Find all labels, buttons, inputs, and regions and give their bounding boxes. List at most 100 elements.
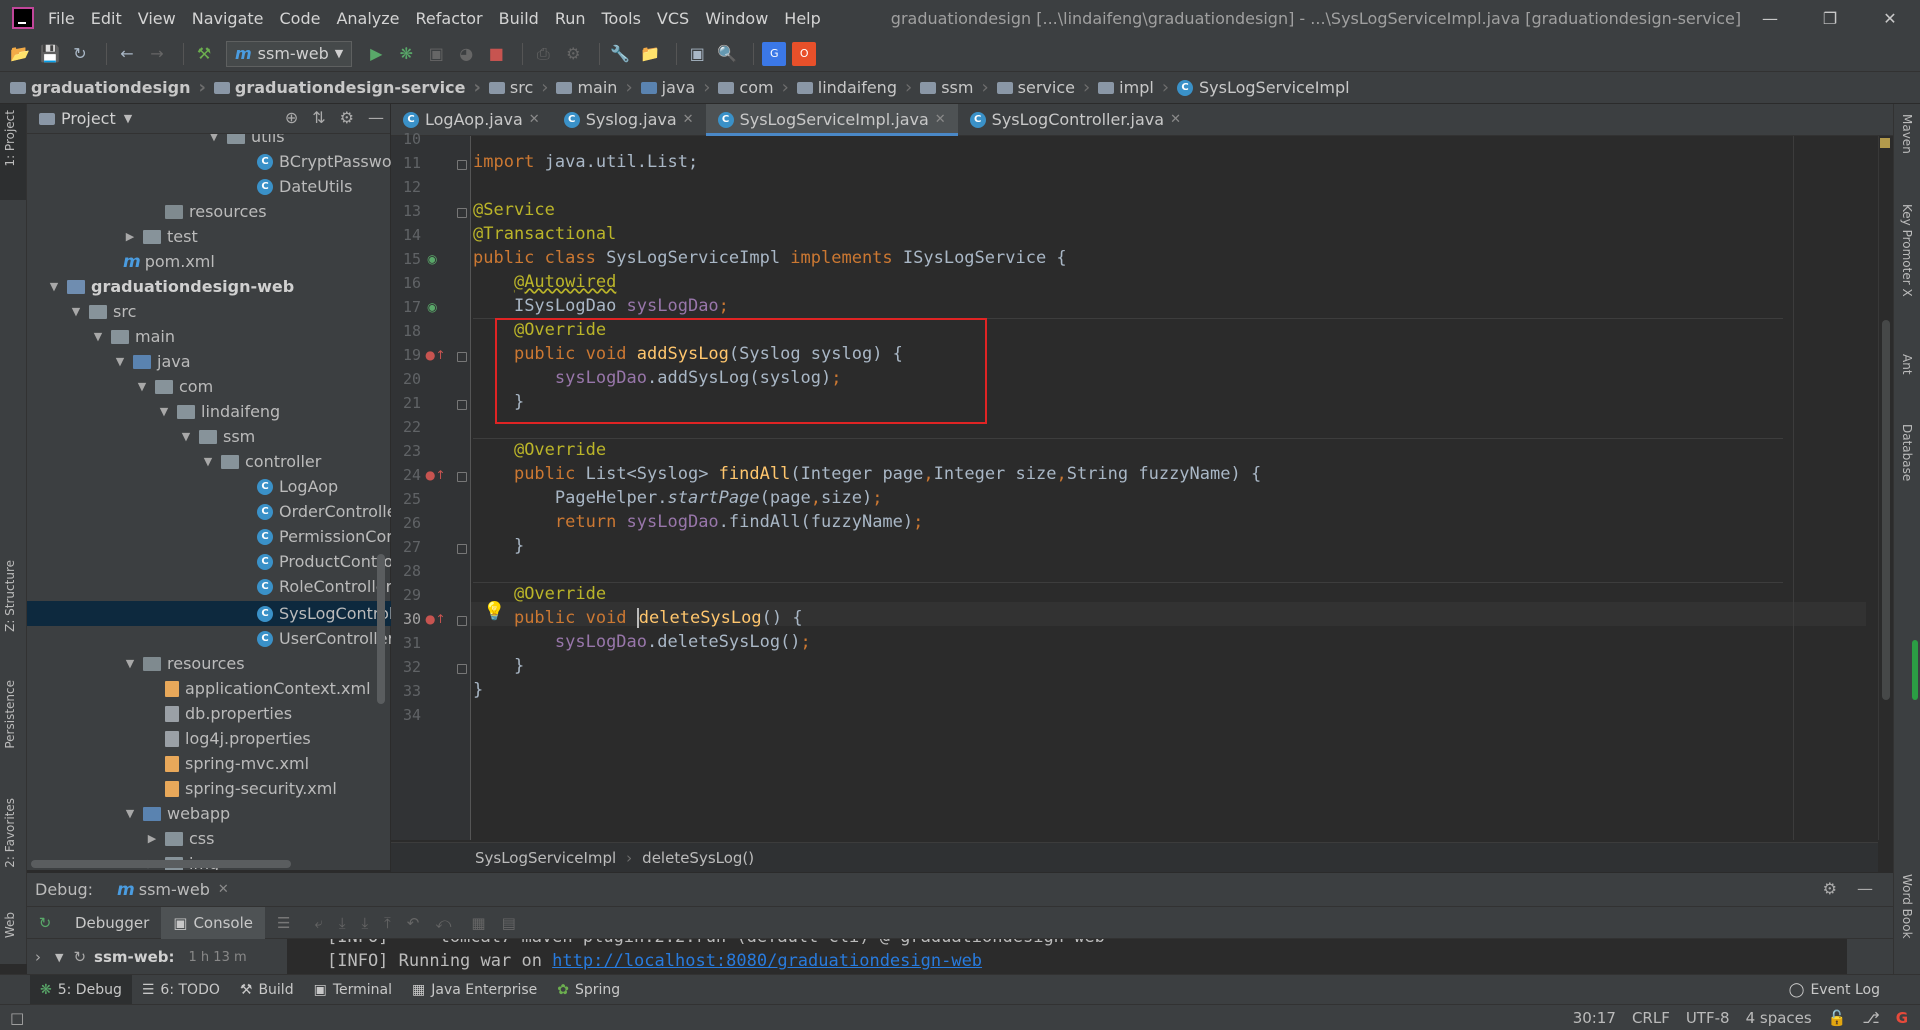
- trace-icon[interactable]: ▤: [502, 914, 516, 932]
- tree-node[interactable]: CBCryptPassword: [257, 149, 391, 174]
- tab-terminal[interactable]: ▣ Terminal: [304, 975, 402, 1005]
- tool-window-structure[interactable]: Z: Structure: [3, 560, 17, 632]
- chevron-down-icon[interactable]: ▼: [124, 112, 132, 125]
- build-hammer-icon[interactable]: ⚒: [192, 42, 216, 66]
- translate-office-icon[interactable]: O: [792, 41, 817, 66]
- menu-tools[interactable]: Tools: [602, 9, 641, 28]
- menu-vcs[interactable]: VCS: [657, 9, 689, 28]
- breadcrumb-item[interactable]: C SysLogServiceImpl: [1177, 78, 1350, 97]
- close-tab-icon[interactable]: ✕: [683, 112, 694, 127]
- bean-icon[interactable]: ◉: [427, 300, 437, 314]
- hide-panel-icon[interactable]: —: [1857, 879, 1873, 898]
- tab-syslog[interactable]: C Syslog.java ✕: [552, 104, 706, 136]
- tree-node[interactable]: ▼ main: [91, 324, 175, 349]
- project-panel-title[interactable]: Project: [61, 109, 116, 128]
- tree-node[interactable]: ▼ src: [69, 299, 137, 324]
- tree-node[interactable]: ▼ webapp: [123, 801, 230, 826]
- tab-todo[interactable]: ☰ 6: TODO: [132, 975, 230, 1005]
- project-structure-icon[interactable]: 📁: [638, 42, 662, 66]
- tab-debugger[interactable]: Debugger: [63, 907, 161, 939]
- override-icon[interactable]: ●↑: [425, 468, 446, 482]
- restore-icon[interactable]: ❐: [1800, 0, 1860, 36]
- breadcrumb-method[interactable]: deleteSysLog(): [642, 849, 754, 867]
- fold-marker-icon[interactable]: [457, 400, 467, 410]
- back-icon[interactable]: ←: [115, 42, 139, 66]
- tree-node[interactable]: m pom.xml: [123, 249, 215, 274]
- caret-position[interactable]: 30:17: [1573, 1009, 1616, 1027]
- minimize-icon[interactable]: —: [1740, 0, 1800, 36]
- profile-icon[interactable]: ◕: [454, 42, 478, 66]
- tab-syslogserviceimpl[interactable]: C SysLogServiceImpl.java ✕: [705, 103, 958, 136]
- tree-node[interactable]: ▼ utils: [207, 134, 285, 149]
- git-icon[interactable]: ⎇: [1862, 1009, 1879, 1027]
- open-folder-icon[interactable]: 📂: [8, 42, 32, 66]
- tree-node[interactable]: ▼ java: [113, 349, 191, 374]
- chevron-down-icon[interactable]: ▼: [55, 951, 63, 964]
- tree-node[interactable]: log4j.properties: [165, 726, 311, 751]
- lock-icon[interactable]: 🔓: [1828, 1009, 1847, 1027]
- search-icon[interactable]: 🔍: [715, 42, 739, 66]
- sync-icon[interactable]: ↻: [68, 42, 92, 66]
- debug-icon[interactable]: ❋: [394, 42, 418, 66]
- tree-node[interactable]: ▶ test: [123, 224, 198, 249]
- save-icon[interactable]: 💾: [38, 42, 62, 66]
- close-tab-icon[interactable]: ✕: [218, 882, 229, 897]
- tree-node[interactable]: C OrderController: [257, 499, 391, 524]
- google-icon[interactable]: G: [1896, 1009, 1908, 1027]
- tree-node[interactable]: ▼ ssm: [179, 424, 256, 449]
- close-tab-icon[interactable]: ✕: [935, 112, 946, 127]
- close-icon[interactable]: ✕: [1860, 0, 1920, 36]
- hide-panel-icon[interactable]: —: [368, 108, 384, 127]
- coverage-icon[interactable]: ▣: [424, 42, 448, 66]
- tree-node[interactable]: ▼ lindaifeng: [157, 399, 280, 424]
- tool-window-ant[interactable]: Ant: [1900, 354, 1914, 375]
- step-over-icon[interactable]: ⤶: [314, 914, 322, 932]
- tree-node[interactable]: C UserController: [257, 626, 391, 651]
- step-into-icon[interactable]: ⤓: [339, 914, 346, 932]
- menu-window[interactable]: Window: [705, 9, 768, 28]
- gear-icon[interactable]: ⚙: [1823, 879, 1837, 898]
- editor-scroll-thumb[interactable]: [1882, 320, 1890, 700]
- menu-refactor[interactable]: Refactor: [416, 9, 483, 28]
- evaluate-icon[interactable]: ▦: [471, 914, 485, 932]
- debug-session[interactable]: › ▼ ↻ ssm-web: 1 h 13 m: [27, 939, 287, 975]
- chevron-right-icon[interactable]: ›: [35, 948, 41, 966]
- breadcrumb-item[interactable]: main ›: [556, 77, 640, 98]
- breadcrumb-item[interactable]: graduationdesign-service ›: [213, 77, 489, 98]
- tree-node[interactable]: resources: [145, 199, 267, 224]
- debug-config-tab[interactable]: ssm-web: [139, 880, 210, 899]
- breadcrumb-item[interactable]: ssm ›: [920, 77, 996, 98]
- indent-setting[interactable]: 4 spaces: [1746, 1009, 1812, 1027]
- line-separator[interactable]: CRLF: [1632, 1009, 1670, 1027]
- menu-edit[interactable]: Edit: [91, 9, 122, 28]
- tree-node[interactable]: C ProductControl: [257, 549, 391, 574]
- tool-window-project[interactable]: 1: Project: [3, 110, 17, 167]
- tree-node[interactable]: ▼ graduationdesign-web: [47, 274, 294, 299]
- translate-google-icon[interactable]: G: [762, 41, 787, 66]
- override-icon[interactable]: ●↑: [425, 348, 446, 362]
- terminal-window-icon[interactable]: ▣: [685, 42, 709, 66]
- menu-view[interactable]: View: [138, 9, 176, 28]
- menu-build[interactable]: Build: [499, 9, 539, 28]
- fold-marker-icon[interactable]: [457, 160, 467, 170]
- fold-marker-icon[interactable]: [457, 352, 467, 362]
- tab-spring[interactable]: ✿ Spring: [547, 975, 630, 1005]
- tree-node[interactable]: db.properties: [165, 701, 292, 726]
- breadcrumb-item[interactable]: src ›: [488, 77, 557, 98]
- breadcrumb-item[interactable]: java ›: [640, 77, 719, 98]
- fold-marker-icon[interactable]: [457, 544, 467, 554]
- tree-node[interactable]: spring-security.xml: [165, 776, 337, 801]
- tool-window-key-promoter[interactable]: Key Promoter X: [1900, 204, 1914, 297]
- breadcrumb-class[interactable]: SysLogServiceImpl: [475, 849, 616, 867]
- tree-node[interactable]: ▼ controller: [201, 449, 322, 474]
- menu-analyze[interactable]: Analyze: [336, 9, 399, 28]
- tree-node-selected[interactable]: C SysLogControll: [257, 601, 391, 626]
- drop-frame-icon[interactable]: ↶: [407, 914, 420, 932]
- fold-marker-icon[interactable]: [457, 616, 467, 626]
- collapse-all-icon[interactable]: ⇅: [312, 108, 325, 127]
- stop-icon[interactable]: ■: [484, 42, 508, 66]
- run-configuration-select[interactable]: m ssm-web ▼: [226, 40, 353, 67]
- forward-icon[interactable]: →: [145, 42, 169, 66]
- run-icon[interactable]: ▶: [364, 42, 388, 66]
- fold-marker-icon[interactable]: [457, 472, 467, 482]
